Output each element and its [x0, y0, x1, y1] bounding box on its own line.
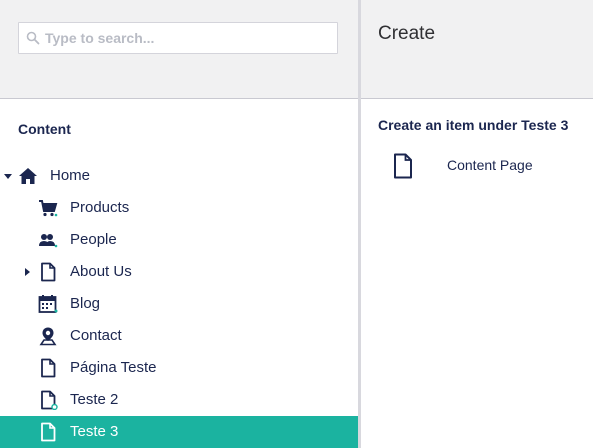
tree-item-people[interactable]: People: [0, 224, 358, 256]
create-panel: Create Create an item under Teste 3 Cont…: [361, 0, 593, 448]
doc-type-label: Content Page: [447, 157, 533, 173]
document-icon: [41, 358, 56, 378]
search-box[interactable]: [18, 22, 338, 54]
section-title: Content: [18, 121, 71, 137]
tree-item-products[interactable]: Products: [0, 192, 358, 224]
tree-item-about-us[interactable]: About Us: [0, 256, 358, 288]
search-icon: [26, 31, 40, 45]
document-icon: [41, 262, 56, 282]
tree-item-teste-2[interactable]: Teste 2: [0, 384, 358, 416]
shopping-cart-icon: [39, 200, 58, 217]
tree-item-label: Products: [70, 199, 130, 216]
caret-right-icon[interactable]: [23, 268, 31, 276]
doc-type-content-page[interactable]: Content Page: [361, 148, 593, 184]
tree-item-label: Página Teste: [70, 359, 157, 376]
search-input[interactable]: [45, 23, 333, 53]
document-icon: [394, 153, 412, 179]
tree-item-contact[interactable]: Contact: [0, 320, 358, 352]
tree-item-label: Teste 3: [70, 423, 119, 440]
tree-item-teste-3[interactable]: Teste 3: [0, 416, 358, 448]
caret-down-icon[interactable]: [4, 172, 12, 180]
tree-item-home[interactable]: Home: [0, 160, 358, 192]
map-pin-icon: [39, 327, 57, 346]
calendar-icon: [38, 295, 58, 313]
document-icon: [41, 390, 58, 410]
create-panel-header: Create: [361, 0, 593, 99]
tree-item-label: About Us: [70, 263, 132, 280]
tree-item-pagina-teste[interactable]: Página Teste: [0, 352, 358, 384]
tree-item-label: People: [70, 231, 117, 248]
tree-item-label: Blog: [70, 295, 101, 312]
home-icon: [19, 168, 37, 184]
people-icon: [39, 234, 58, 248]
create-heading: Create an item under Teste 3: [378, 117, 569, 133]
tree-item-label: Contact: [70, 327, 122, 344]
tree-item-label: Home: [50, 167, 91, 184]
create-panel-title: Create: [378, 23, 436, 44]
tree-header: [0, 0, 358, 99]
content-tree-panel: Content Home Products People: [0, 0, 358, 448]
tree-item-blog[interactable]: Blog: [0, 288, 358, 320]
document-icon: [41, 422, 56, 442]
tree-item-label: Teste 2: [70, 391, 119, 408]
